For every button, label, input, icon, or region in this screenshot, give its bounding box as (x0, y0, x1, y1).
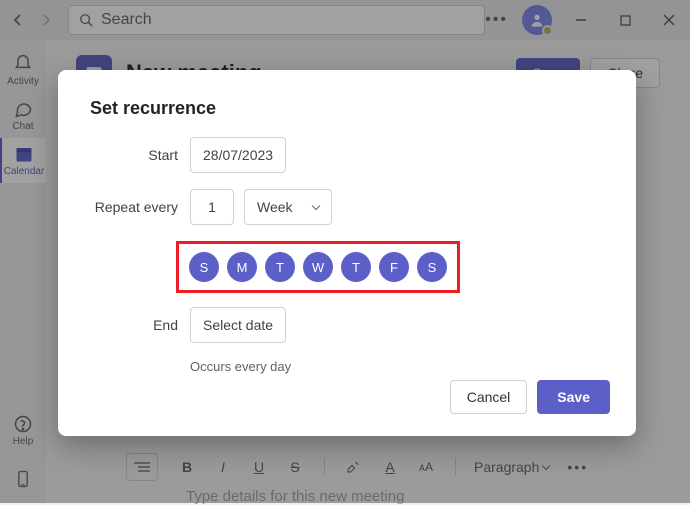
repeat-unit-select[interactable]: Week (244, 189, 332, 225)
days-highlight-box: S M T W T F S (176, 241, 460, 293)
recurrence-modal: Set recurrence Start 28/07/2023 Repeat e… (58, 70, 636, 436)
start-date-value: 28/07/2023 (203, 147, 273, 163)
day-monday[interactable]: M (227, 252, 257, 282)
recurrence-summary: Occurs every day (190, 359, 604, 374)
modal-title: Set recurrence (90, 98, 604, 119)
repeat-label: Repeat every (90, 199, 178, 215)
start-date-field[interactable]: 28/07/2023 (190, 137, 286, 173)
repeat-count-value: 1 (208, 199, 216, 215)
end-date-value: Select date (203, 317, 273, 333)
save-button[interactable]: Save (537, 380, 610, 414)
day-sunday[interactable]: S (189, 252, 219, 282)
chevron-down-icon (311, 202, 319, 210)
day-saturday[interactable]: S (417, 252, 447, 282)
day-wednesday[interactable]: W (303, 252, 333, 282)
day-tuesday[interactable]: T (265, 252, 295, 282)
end-date-field[interactable]: Select date (190, 307, 286, 343)
end-label: End (90, 317, 178, 333)
cancel-button[interactable]: Cancel (450, 380, 528, 414)
repeat-unit-value: Week (257, 199, 293, 215)
day-thursday[interactable]: T (341, 252, 371, 282)
start-label: Start (90, 147, 178, 163)
repeat-count-field[interactable]: 1 (190, 189, 234, 225)
day-friday[interactable]: F (379, 252, 409, 282)
